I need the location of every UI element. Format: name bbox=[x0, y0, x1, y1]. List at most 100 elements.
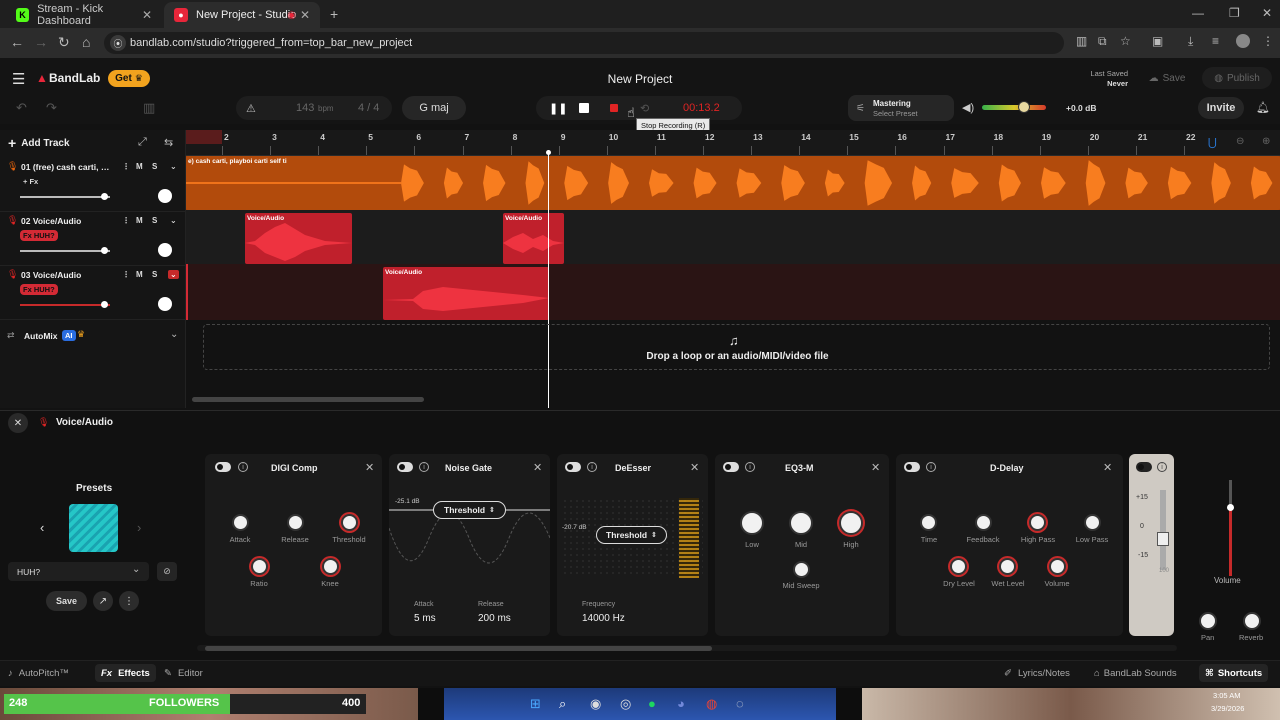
download-icon[interactable]: ⤓ bbox=[1188, 34, 1193, 49]
new-tab-icon[interactable]: + bbox=[330, 6, 338, 22]
obs-icon[interactable]: ◉ bbox=[590, 696, 601, 712]
reload-icon[interactable]: ↻ bbox=[58, 34, 70, 51]
close-icon[interactable]: ✕ bbox=[871, 461, 880, 474]
mastering-button[interactable]: ⚟ Mastering Select Preset bbox=[848, 95, 954, 121]
loop-icon[interactable]: ⟲ bbox=[640, 102, 649, 115]
solo-button[interactable]: S bbox=[152, 216, 157, 225]
attack-value[interactable]: 5 ms bbox=[414, 613, 436, 624]
knee-knob[interactable] bbox=[322, 558, 339, 575]
dry-level-knob[interactable] bbox=[950, 558, 967, 575]
pan-knob[interactable] bbox=[158, 297, 172, 311]
info-icon[interactable]: i bbox=[745, 462, 755, 472]
track-name[interactable]: 02 Voice/Audio bbox=[21, 216, 113, 226]
chevron-down-icon[interactable]: ⌄ bbox=[170, 162, 177, 171]
home-icon[interactable]: ⌂ bbox=[82, 34, 90, 50]
high-pass-knob[interactable] bbox=[1029, 514, 1046, 531]
low-knob[interactable] bbox=[740, 511, 764, 535]
master-volume-slider[interactable] bbox=[982, 105, 1046, 110]
profile-avatar[interactable] bbox=[1236, 34, 1250, 48]
volume-knob[interactable] bbox=[1049, 558, 1066, 575]
drop-zone[interactable]: ♫ Drop a loop or an audio/MIDI/video fil… bbox=[203, 324, 1270, 370]
undo-icon[interactable]: ↶ bbox=[16, 100, 27, 116]
timeline-ruler[interactable]: 2 3 4 5 6 7 8 9 10 11 12 13 14 15 16 17 18 19 20 21 22 ⋃ ⊖ ⊕ bbox=[186, 130, 1280, 156]
share-icon[interactable]: ↗ bbox=[93, 591, 113, 611]
track-menu-icon[interactable]: ⋮ bbox=[122, 216, 130, 225]
editor-tab[interactable]: ✎ Editor bbox=[164, 664, 203, 682]
track-volume-slider[interactable] bbox=[20, 250, 110, 252]
audio-clip[interactable]: Voice/Audio bbox=[503, 213, 564, 264]
playhead-handle[interactable] bbox=[546, 150, 551, 155]
bandlab-sounds-tab[interactable]: ⌂ BandLab Sounds bbox=[1094, 664, 1177, 682]
pan-knob[interactable] bbox=[1199, 612, 1217, 630]
menu-icon[interactable]: ⋮ bbox=[1262, 34, 1274, 48]
threshold-control[interactable]: Threshold ⇕ bbox=[433, 501, 506, 519]
invite-button[interactable]: Invite bbox=[1198, 97, 1244, 119]
chrome-icon[interactable]: ◍ bbox=[706, 696, 717, 712]
track-name[interactable]: 01 (free) cash carti, pl... bbox=[21, 162, 113, 172]
horizontal-scrollbar[interactable] bbox=[192, 397, 424, 402]
chevron-right-icon[interactable]: › bbox=[137, 520, 141, 535]
time-knob[interactable] bbox=[920, 514, 937, 531]
release-knob[interactable] bbox=[287, 514, 304, 531]
automation-icon[interactable]: ⤢ bbox=[138, 136, 147, 149]
audio-clip[interactable]: e) cash carti, playboi carti self ti bbox=[186, 156, 1280, 210]
mute-button[interactable]: M bbox=[136, 270, 143, 279]
effect-toggle[interactable] bbox=[565, 462, 581, 472]
redo-icon[interactable]: ↷ bbox=[46, 100, 57, 116]
pause-icon[interactable]: ❚❚ bbox=[549, 102, 567, 115]
solo-button[interactable]: S bbox=[152, 162, 157, 171]
reverb-knob[interactable] bbox=[1243, 612, 1261, 630]
master-volume-handle[interactable] bbox=[1018, 101, 1030, 113]
effect-toggle[interactable] bbox=[723, 462, 739, 472]
lyrics-notes-tab[interactable]: ✐ Lyrics/Notes bbox=[1004, 664, 1070, 682]
track-volume-slider[interactable] bbox=[20, 196, 110, 198]
speaker-icon[interactable]: ◀) bbox=[962, 101, 974, 114]
track-name[interactable]: 03 Voice/Audio bbox=[21, 270, 113, 280]
effects-tab[interactable]: Fx Effects bbox=[95, 664, 156, 682]
feedback-knob[interactable] bbox=[975, 514, 992, 531]
close-icon[interactable]: ✕ bbox=[365, 461, 374, 474]
tab-kick-dashboard[interactable]: K Stream - Kick Dashboard ✕ bbox=[6, 2, 162, 28]
info-icon[interactable]: i bbox=[238, 462, 248, 472]
solo-button[interactable]: S bbox=[152, 270, 157, 279]
info-icon[interactable]: i bbox=[587, 462, 597, 472]
effects-scrollbar-thumb[interactable] bbox=[205, 646, 712, 651]
low-pass-knob[interactable] bbox=[1084, 514, 1101, 531]
pan-knob[interactable] bbox=[158, 189, 172, 203]
reader-icon[interactable]: ▥ bbox=[1076, 34, 1087, 48]
threshold-control[interactable]: Threshold ⇕ bbox=[596, 526, 667, 544]
hamburger-menu-icon[interactable]: ☰ bbox=[12, 70, 25, 88]
meter-fader-track[interactable] bbox=[1160, 490, 1166, 570]
get-membership-button[interactable]: Get ♛ bbox=[108, 70, 150, 87]
zoom-out-icon[interactable]: ⊖ bbox=[1236, 136, 1244, 147]
track-settings-icon[interactable]: ⇆ bbox=[164, 136, 173, 149]
track-menu-icon[interactable]: ⋮ bbox=[122, 270, 130, 279]
publish-button[interactable]: ◍ Publish bbox=[1202, 67, 1272, 89]
forward-icon[interactable]: → bbox=[34, 34, 48, 50]
effect-toggle[interactable] bbox=[1136, 462, 1152, 472]
key-selector[interactable]: G maj bbox=[402, 96, 466, 120]
threshold-knob[interactable] bbox=[341, 514, 358, 531]
attack-knob[interactable] bbox=[232, 514, 249, 531]
url-field[interactable]: ⦿ bandlab.com/studio?triggered_from=top_… bbox=[104, 32, 1064, 54]
mixer-icon[interactable]: ▥ bbox=[143, 100, 155, 116]
mid-sweep-knob[interactable] bbox=[793, 561, 810, 578]
app-icon-2[interactable]: ◌ bbox=[736, 696, 744, 711]
project-title[interactable]: New Project bbox=[590, 72, 690, 86]
pan-knob[interactable] bbox=[158, 243, 172, 257]
track-lane-3[interactable]: Voice/Audio bbox=[186, 264, 1280, 320]
minimize-icon[interactable]: — bbox=[1192, 6, 1204, 20]
autopitch-tab[interactable]: ♪ AutoPitch™ bbox=[8, 664, 69, 682]
spotify-icon[interactable]: ● bbox=[648, 696, 656, 711]
track-volume-handle[interactable] bbox=[101, 247, 108, 254]
loop-region[interactable] bbox=[186, 130, 222, 144]
discord-icon[interactable]: ◕ bbox=[677, 696, 685, 711]
automix-row[interactable]: ⇄ AutoMix AI ♛ ⌄ bbox=[0, 324, 186, 348]
app-icon[interactable]: ◎ bbox=[620, 696, 631, 712]
track-volume-handle[interactable] bbox=[101, 301, 108, 308]
zoom-in-icon[interactable]: ⊕ bbox=[1262, 136, 1270, 147]
info-icon[interactable]: i bbox=[419, 462, 429, 472]
meter-fader-handle[interactable] bbox=[1157, 532, 1169, 546]
volume-fader[interactable] bbox=[1229, 480, 1232, 576]
stop-icon[interactable] bbox=[579, 103, 589, 113]
